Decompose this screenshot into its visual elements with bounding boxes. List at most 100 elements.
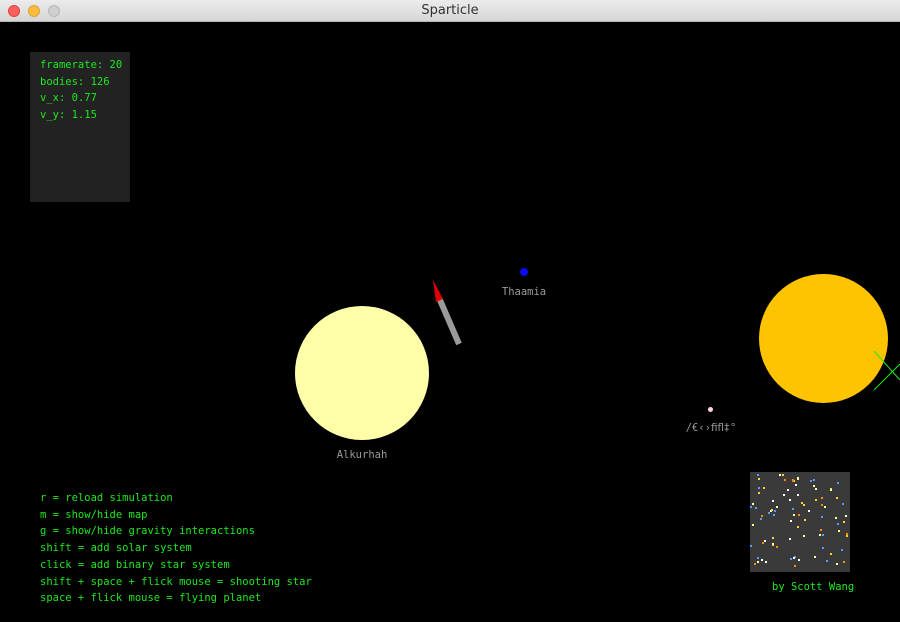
minimap-body-dot — [790, 558, 792, 560]
minimap-body-dot — [750, 506, 752, 508]
minimap-body-dot — [797, 478, 799, 480]
minimap-body-dot — [789, 499, 791, 501]
minimap-body-dot — [761, 515, 763, 517]
minimap-body-dot — [797, 526, 799, 528]
minimap-body-dot — [813, 485, 815, 487]
minimap-body-dot — [765, 561, 767, 563]
minimap-body-dot — [779, 474, 781, 476]
help-line-binary-star: click = add binary star system — [40, 558, 230, 571]
minimap-body-dot — [804, 519, 806, 521]
minimap-body-dot — [763, 487, 765, 489]
help-line-solar-system: shift = add solar system — [40, 542, 192, 555]
rocket-ship — [433, 280, 462, 346]
minimap-body-dot — [760, 518, 762, 520]
minimap-body-dot — [814, 556, 816, 558]
minimap-body-dot — [794, 565, 796, 567]
minimap-body-dot — [776, 546, 778, 548]
minimap-body-dot — [808, 510, 810, 512]
minimap-body-dot — [841, 549, 843, 551]
minimap-body-dot — [826, 560, 828, 562]
minimap-body-dot — [771, 509, 773, 511]
minimap-body-dot — [783, 494, 785, 496]
minimap-body-dot — [822, 534, 824, 536]
minimap-body-dot — [758, 487, 760, 489]
minimap-body-dot — [764, 540, 766, 542]
minimap-body-dot — [795, 484, 797, 486]
rocket-nose — [433, 280, 443, 302]
minimap-body-dot — [790, 520, 792, 522]
simulation-canvas[interactable]: framerate: 20 bodies: 126 v_x: 0.77 v_y:… — [0, 22, 900, 622]
help-line-reload: r = reload simulation — [40, 492, 173, 504]
minimap-body-dot — [789, 538, 791, 540]
minimap-body-dot — [810, 480, 812, 482]
minimap-body-dot — [846, 535, 848, 537]
minimap-body-dot — [824, 506, 826, 508]
minimap-body-dot — [830, 489, 832, 491]
minimap-body-dot — [768, 512, 770, 514]
minimap-body-dot — [762, 542, 764, 544]
gravity-line — [873, 363, 900, 391]
minimap-body-dot — [773, 514, 775, 516]
minimap-body-dot — [793, 557, 795, 559]
minimap-body-dot — [842, 503, 844, 505]
minimap-body-dot — [776, 506, 778, 508]
minimap-body-dot — [774, 510, 776, 512]
minimap-body-dot — [822, 547, 824, 549]
help-line-shooting-star: shift + space + flick mouse = shooting s… — [40, 575, 312, 588]
minimap-body-dot — [838, 530, 840, 532]
minimap-body-dot — [787, 489, 789, 491]
minimap-body-dot — [757, 474, 759, 476]
minimap-body-dot — [813, 479, 815, 481]
minimap-body-dot — [843, 561, 845, 563]
minimap-body-dot — [772, 543, 774, 545]
help-line-flying-planet: space + flick mouse = flying planet — [40, 592, 262, 605]
minimap-body-dot — [830, 553, 832, 555]
minimap-body-dot — [821, 516, 823, 518]
minimap-body-dot — [803, 535, 805, 537]
minimap-body-dot — [754, 563, 756, 565]
minimap-body-dot — [821, 504, 823, 506]
help-line-map: m = show/hide map — [40, 508, 148, 521]
minimap-body-dot — [750, 545, 752, 547]
minimap-body-dot — [835, 517, 837, 519]
minimap-body-dot — [761, 559, 763, 561]
title-bar: Sparticle — [0, 0, 900, 22]
minimap-body-dot — [784, 479, 786, 481]
minimap-body-dot — [821, 497, 823, 499]
minimap-body-dot — [837, 523, 839, 525]
minimap-body-dot — [755, 507, 757, 509]
help-text: r = reload simulation m = show/hide map … — [40, 490, 312, 607]
minimap-body-dot — [758, 492, 760, 494]
minimap-body-dot — [752, 503, 754, 505]
rocket-body — [437, 298, 462, 346]
minimap-body-dot — [843, 521, 845, 523]
minimap-body-dot — [782, 474, 784, 476]
minimap-body-dot — [758, 478, 760, 480]
minimap-body-dot — [836, 497, 838, 499]
minimap-body-dot — [792, 508, 794, 510]
help-line-gravity: g = show/hide gravity interactions — [40, 525, 255, 538]
minimap-body-dot — [757, 557, 759, 559]
minimap-body-dot — [803, 504, 805, 506]
minimap-body-dot — [820, 529, 822, 531]
author-credit: by Scott Wang — [772, 581, 855, 593]
minimap-body-dot — [837, 482, 839, 484]
minimap-body-dot — [798, 559, 800, 561]
minimap[interactable] — [750, 472, 850, 572]
minimap-body-dot — [798, 514, 800, 516]
minimap-body-dot — [797, 494, 799, 496]
minimap-body-dot — [801, 502, 803, 504]
minimap-body-dot — [815, 499, 817, 501]
minimap-body-dot — [815, 488, 817, 490]
minimap-body-dot — [772, 537, 774, 539]
minimap-body-dot — [772, 500, 774, 502]
minimap-body-dot — [836, 563, 838, 565]
minimap-body-dot — [757, 561, 759, 563]
minimap-body-dot — [793, 514, 795, 516]
minimap-body-dot — [752, 524, 754, 526]
window-title: Sparticle — [421, 3, 479, 18]
minimap-body-dot — [845, 515, 847, 517]
minimap-body-dot — [819, 534, 821, 536]
minimap-body-dot — [792, 479, 794, 481]
gravity-line — [873, 350, 900, 381]
